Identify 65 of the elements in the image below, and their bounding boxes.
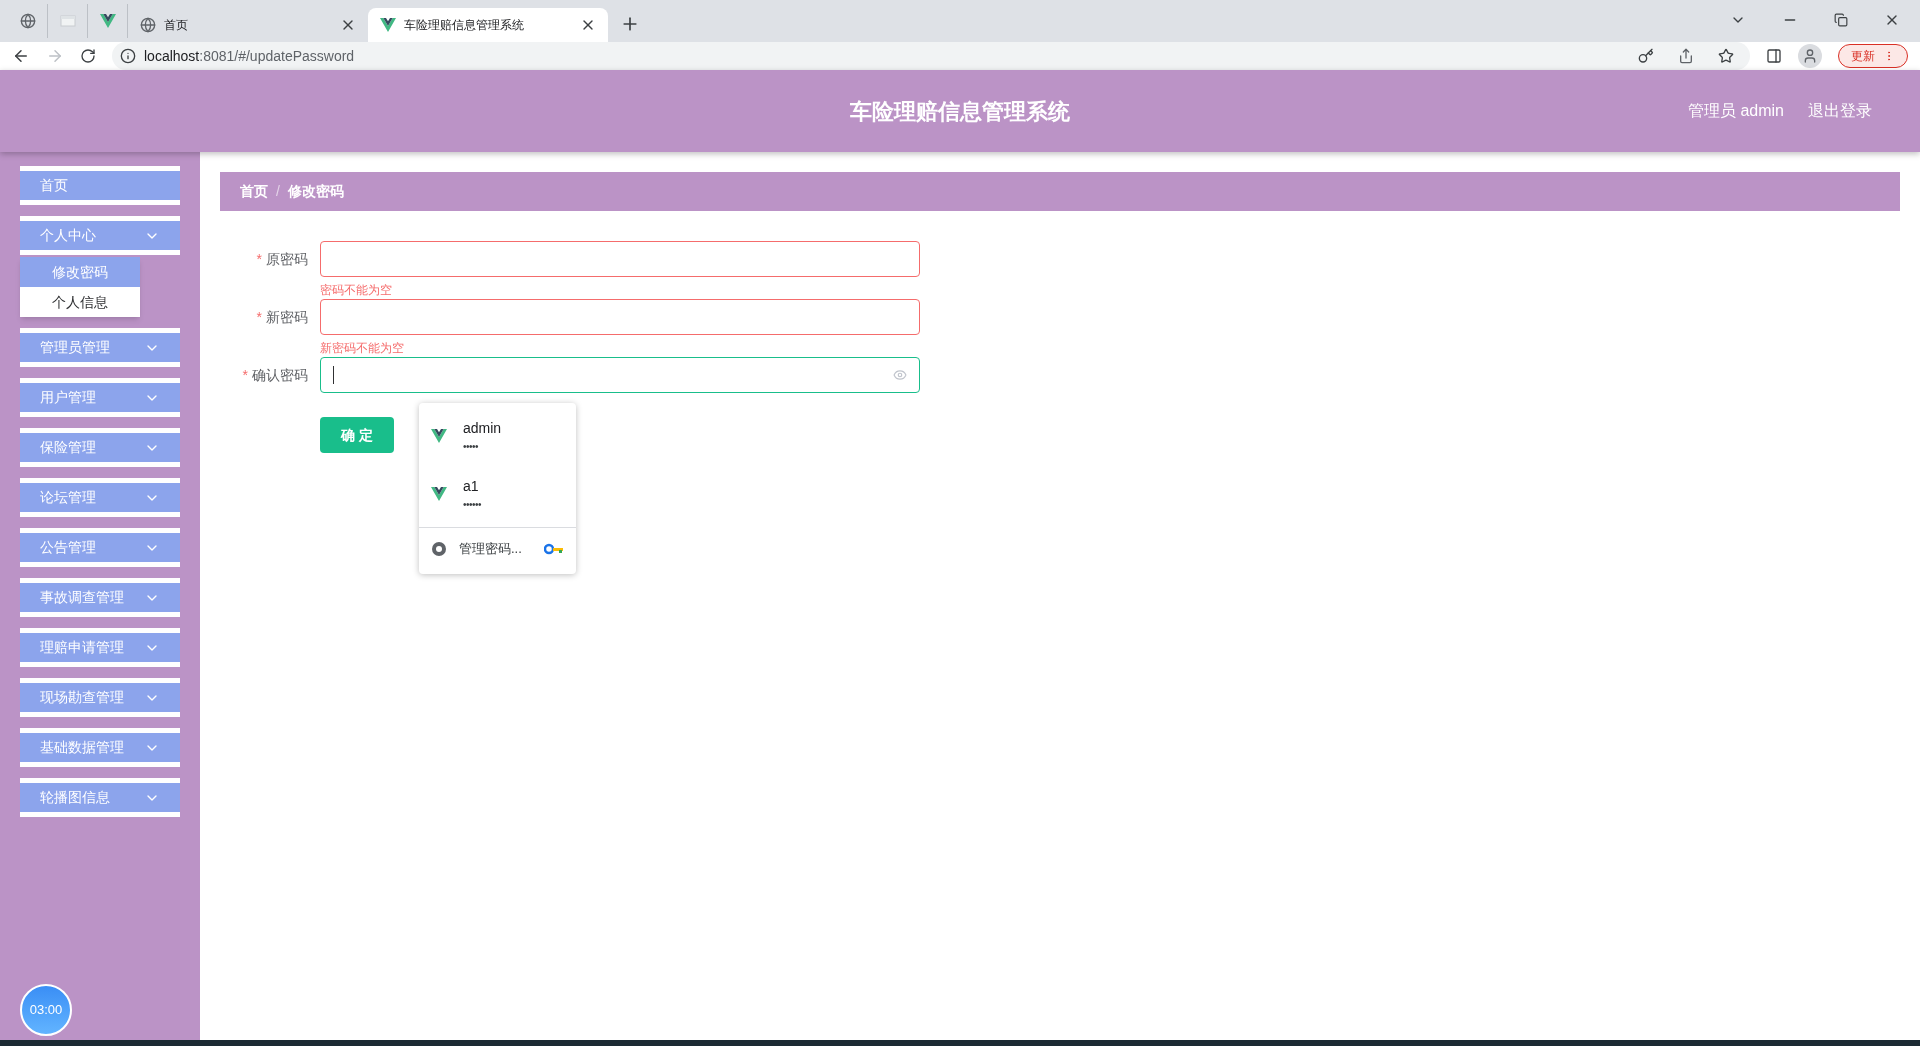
tab-title: 车险理赔信息管理系统	[404, 17, 525, 34]
error-message: 新密码不能为空	[320, 341, 404, 355]
sidebar-menu-item[interactable]: 轮播图信息	[20, 778, 180, 817]
app-title: 车险理赔信息管理系统	[850, 97, 1070, 126]
saved-username: a1	[463, 477, 480, 496]
vue-logo-icon	[431, 486, 447, 502]
info-icon	[120, 48, 136, 64]
password-field[interactable]	[320, 241, 920, 277]
manage-passwords-item[interactable]: 管理密码...	[419, 528, 576, 570]
sidebar-menu-item[interactable]: 保险管理	[20, 428, 180, 467]
breadcrumb-separator: /	[276, 182, 280, 201]
profile-avatar[interactable]	[1798, 44, 1822, 68]
password-field[interactable]	[320, 357, 920, 393]
sidebar-menu-item[interactable]: 事故调查管理	[20, 578, 180, 617]
breadcrumb-item: 修改密码	[287, 182, 344, 201]
breadcrumb-item[interactable]: 首页	[240, 181, 268, 202]
vue-logo-icon	[431, 428, 447, 444]
sidebar-menu-item[interactable]: 首页	[20, 166, 180, 205]
browser-tab[interactable]: 车险理赔信息管理系统	[368, 8, 608, 42]
sidebar-menu-item[interactable]: 基础数据管理	[20, 728, 180, 767]
update-button[interactable]: 更新	[1838, 44, 1908, 68]
required-asterisk: *	[256, 307, 262, 327]
field-label: 原密码	[266, 249, 308, 269]
url-text: localhost:8081/#/updatePassword	[144, 46, 355, 66]
saved-password-item[interactable]: admin •••••	[419, 407, 576, 465]
saved-username: admin	[463, 419, 502, 438]
submenu-item[interactable]: 个人信息	[20, 287, 140, 317]
field-label: 新密码	[266, 307, 308, 327]
side-panel-icon[interactable]	[1766, 48, 1782, 64]
submit-button[interactable]: 确 定	[320, 417, 394, 453]
sidebar-menu-item[interactable]: 管理员管理	[20, 328, 180, 367]
masked-password: •••••	[463, 440, 479, 454]
vue-logo-icon	[380, 17, 396, 33]
back-icon[interactable]	[12, 47, 30, 65]
error-message: 密码不能为空	[320, 283, 392, 297]
vue-logo-icon	[99, 13, 116, 29]
required-asterisk: *	[256, 249, 262, 269]
masked-password: ••••••	[463, 498, 481, 512]
tab-title: 首页	[164, 17, 189, 34]
sidebar-menu-item[interactable]: 论坛管理	[20, 478, 180, 517]
logout-link[interactable]: 退出登录	[1808, 99, 1872, 123]
sidebar-menu-item[interactable]: 用户管理	[20, 378, 180, 417]
sidebar-menu-item[interactable]: 个人中心	[20, 216, 180, 255]
field-label: 确认密码	[252, 365, 308, 385]
bookmark-star-icon[interactable]	[1718, 48, 1734, 64]
sidebar-menu-item[interactable]: 公告管理	[20, 528, 180, 567]
sidebar-menu-item[interactable]: 现场勘查管理	[20, 678, 180, 717]
address-bar[interactable]: localhost:8081/#/updatePassword	[112, 42, 1750, 70]
submenu-item[interactable]: 修改密码	[20, 257, 140, 287]
share-icon[interactable]	[1678, 48, 1694, 64]
reload-icon[interactable]	[80, 48, 96, 64]
countdown-timer: 03:00	[20, 984, 72, 1036]
saved-password-item[interactable]: a1 ••••••	[419, 465, 576, 523]
page-icon	[59, 13, 76, 29]
browser-tab[interactable]: 首页	[128, 8, 368, 42]
globe-icon	[140, 17, 156, 33]
sidebar-menu-item[interactable]: 理赔申请管理	[20, 628, 180, 667]
restore-icon[interactable]	[1834, 13, 1848, 27]
password-field[interactable]	[320, 299, 920, 335]
required-asterisk: *	[242, 365, 248, 385]
globe-icon	[19, 13, 36, 29]
text-cursor	[333, 366, 334, 384]
key-icon	[544, 543, 564, 555]
key-icon[interactable]	[1638, 48, 1654, 64]
current-user: 管理员 admin	[1687, 101, 1784, 121]
